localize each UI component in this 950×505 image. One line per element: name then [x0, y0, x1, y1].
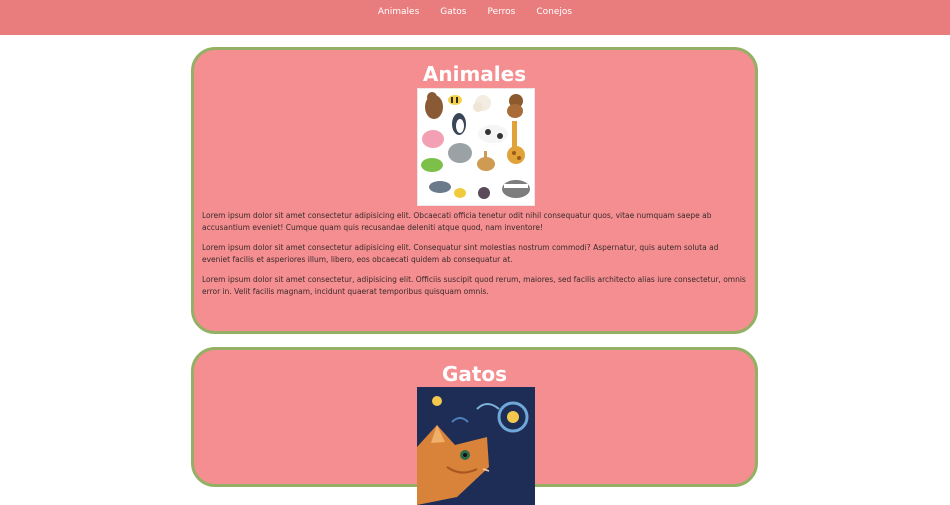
section-card-gatos: Gatos	[191, 347, 758, 505]
nav-link-perros[interactable]: Perros	[487, 6, 515, 18]
section-paragraph: Lorem ipsum dolor sit amet consectetur a…	[202, 243, 719, 264]
cat-painting	[417, 387, 535, 505]
nav-link-animales[interactable]: Animales	[378, 6, 419, 18]
section-paragraph: Lorem ipsum dolor sit amet consectetur a…	[202, 211, 712, 232]
nav-links: Animales Gatos Perros Conejos	[0, 6, 950, 18]
top-navbar: Animales Gatos Perros Conejos	[0, 0, 950, 35]
section-title: Gatos	[441, 362, 508, 386]
section-body: Lorem ipsum dolor sit amet consectetur a…	[202, 210, 747, 306]
animals-illustration-image	[417, 88, 535, 206]
section-title: Animales	[422, 62, 527, 86]
cat-painting-image	[417, 387, 535, 505]
animals-illustration	[418, 89, 534, 205]
section-paragraph: Lorem ipsum dolor sit amet consectetur, …	[202, 275, 746, 296]
section-card-animales: Animales Lorem ipsum dolor sit amet cons…	[191, 47, 758, 334]
nav-link-gatos[interactable]: Gatos	[440, 6, 466, 18]
nav-link-conejos[interactable]: Conejos	[536, 6, 572, 18]
